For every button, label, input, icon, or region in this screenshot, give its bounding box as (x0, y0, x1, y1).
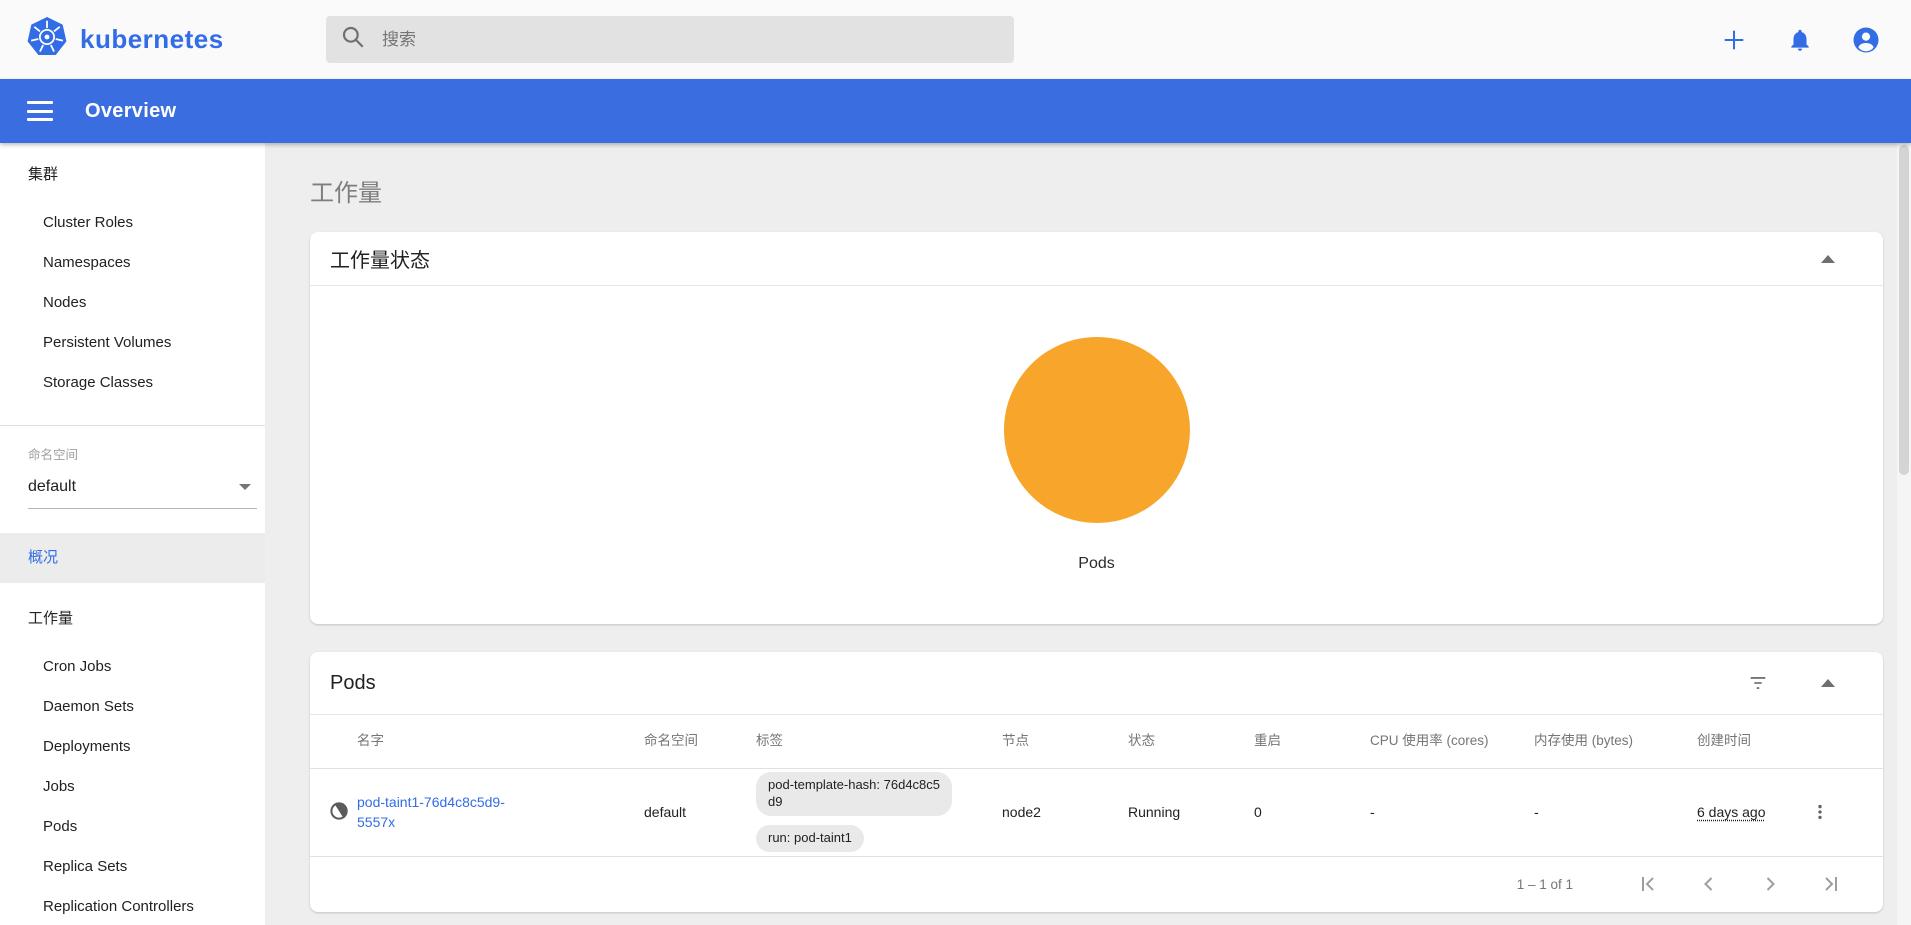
pod-restarts: 0 (1254, 768, 1370, 856)
header-actions (1719, 0, 1881, 79)
collapse-up-icon[interactable] (1821, 255, 1835, 263)
kubernetes-logo-icon (26, 16, 68, 63)
pod-status: Running (1128, 768, 1254, 856)
pods-card-header: Pods (310, 652, 1883, 715)
sidebar-item-daemon-sets[interactable]: Daemon Sets (0, 687, 265, 727)
pod-status-icon (310, 768, 357, 856)
col-node: 节点 (1002, 715, 1128, 768)
col-namespace: 命名空间 (644, 715, 756, 768)
sidebar-item-replication-controllers[interactable]: Replication Controllers (0, 887, 265, 925)
label-chip: pod-template-hash: 76d4c8c5d9 (756, 772, 952, 816)
create-plus-button[interactable] (1719, 25, 1749, 55)
workloads-status-title: 工作量状态 (330, 244, 1821, 273)
previous-page-icon[interactable] (1697, 872, 1721, 896)
search-input[interactable] (382, 30, 1000, 50)
scrollbar-thumb[interactable] (1899, 145, 1909, 475)
pie-category-label: Pods (1078, 555, 1114, 573)
sidebar-item-storage-classes[interactable]: Storage Classes (0, 363, 265, 403)
sidebar-item-deployments[interactable]: Deployments (0, 727, 265, 767)
sidebar-item-jobs[interactable]: Jobs (0, 767, 265, 807)
brand-name: kubernetes (80, 24, 224, 55)
collapse-up-icon[interactable] (1821, 679, 1835, 687)
sidebar-item-nodes[interactable]: Nodes (0, 283, 265, 323)
pod-cpu-usage: - (1370, 768, 1534, 856)
scrollbar-track (1897, 143, 1911, 925)
page-title: 工作量 (310, 177, 1883, 210)
col-created: 创建时间 (1697, 715, 1810, 768)
pods-card-title: Pods (330, 672, 1747, 695)
sidebar-item-overview-active[interactable]: 概况 (0, 533, 265, 583)
label-chip: run: pod-taint1 (756, 825, 864, 852)
table-header-row: 名字 命名空间 标签 节点 状态 重启 CPU 使用率 (cores) 内存使用… (310, 715, 1883, 768)
toolbar-title: Overview (85, 100, 176, 123)
search-icon (340, 24, 366, 55)
sidebar-item-pods[interactable]: Pods (0, 807, 265, 847)
notifications-bell-button[interactable] (1785, 25, 1815, 55)
sidebar-item-persistent-volumes[interactable]: Persistent Volumes (0, 323, 265, 363)
pod-name-link[interactable]: pod-taint1-76d4c8c5d9-5557x (357, 792, 542, 833)
pagination: 1 – 1 of 1 (310, 857, 1883, 912)
workloads-status-chart: Pods (310, 286, 1883, 573)
pagination-range: 1 – 1 of 1 (1517, 877, 1573, 892)
col-actions (1810, 715, 1883, 768)
pod-created: 6 days ago (1697, 804, 1766, 820)
main-content: 工作量 工作量状态 Pods Pods (265, 143, 1911, 925)
workloads-status-card: 工作量状态 Pods (310, 232, 1883, 624)
sidebar-section-cluster: 集群 (0, 155, 265, 195)
sidebar-item-cluster-roles[interactable]: Cluster Roles (0, 203, 265, 243)
kubernetes-logo-link[interactable]: kubernetes (26, 16, 224, 63)
next-page-icon[interactable] (1758, 872, 1782, 896)
filter-icon[interactable] (1747, 672, 1769, 694)
app-header: kubernetes (0, 0, 1911, 79)
sidebar-item-namespaces[interactable]: Namespaces (0, 243, 265, 283)
chevron-down-icon (239, 484, 251, 490)
col-labels: 标签 (756, 715, 1002, 768)
row-actions-kebab-button[interactable] (1810, 800, 1830, 824)
col-restarts: 重启 (1254, 715, 1370, 768)
pods-card: Pods (310, 652, 1883, 912)
pod-namespace: default (644, 768, 756, 856)
namespace-label: 命名空间 (0, 444, 265, 463)
col-cpu: CPU 使用率 (cores) (1370, 715, 1534, 768)
col-name: 名字 (357, 715, 644, 768)
namespace-selected-value: default (28, 478, 76, 496)
pod-labels: pod-template-hash: 76d4c8c5d9 run: pod-t… (756, 772, 990, 852)
col-memory: 内存使用 (bytes) (1534, 715, 1697, 768)
first-page-icon[interactable] (1636, 872, 1660, 896)
toolbar: Overview (0, 79, 1911, 143)
menu-hamburger-button[interactable] (27, 101, 53, 121)
pod-memory-usage: - (1534, 768, 1697, 856)
workloads-pie (1004, 337, 1190, 523)
col-status-icon (310, 715, 357, 768)
namespace-select[interactable]: default (28, 465, 257, 509)
pods-table: 名字 命名空间 标签 节点 状态 重启 CPU 使用率 (cores) 内存使用… (310, 715, 1883, 857)
sidebar-divider (0, 425, 265, 426)
sidebar: 集群 Cluster Roles Namespaces Nodes Persis… (0, 143, 265, 925)
sidebar-item-replica-sets[interactable]: Replica Sets (0, 847, 265, 887)
account-avatar-button[interactable] (1851, 25, 1881, 55)
sidebar-item-cron-jobs[interactable]: Cron Jobs (0, 647, 265, 687)
table-row: pod-taint1-76d4c8c5d9-5557x default pod-… (310, 768, 1883, 856)
sidebar-section-workloads: 工作量 (0, 599, 265, 639)
workloads-status-card-header: 工作量状态 (310, 232, 1883, 286)
col-status: 状态 (1128, 715, 1254, 768)
last-page-icon[interactable] (1819, 872, 1843, 896)
search-bar (326, 16, 1014, 63)
pod-node: node2 (1002, 768, 1128, 856)
